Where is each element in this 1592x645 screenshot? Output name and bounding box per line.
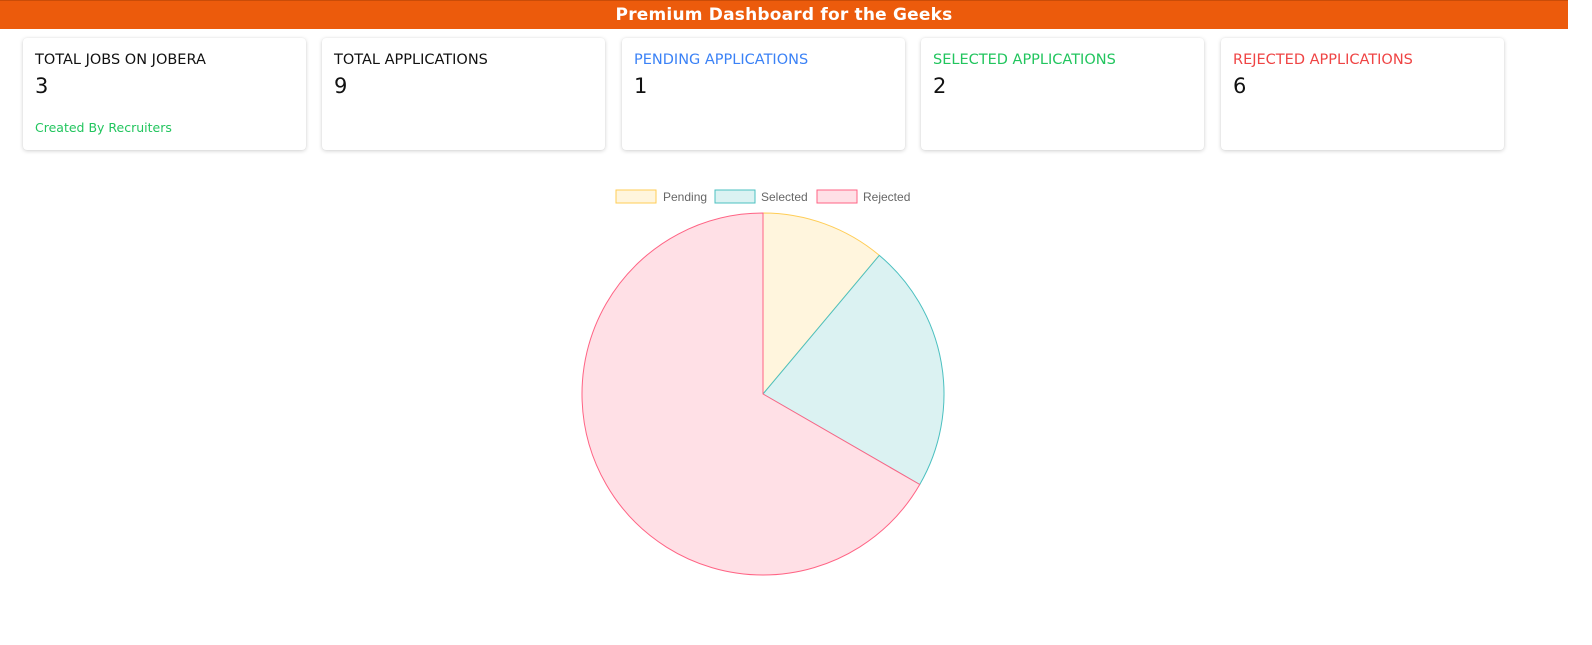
pie-slices bbox=[581, 212, 945, 576]
card-value: 9 bbox=[334, 74, 348, 98]
card-selected-applications: SELECTED APPLICATIONS 2 bbox=[921, 38, 1204, 150]
card-title: REJECTED APPLICATIONS bbox=[1233, 52, 1413, 68]
page-header: Premium Dashboard for the Geeks bbox=[0, 0, 1568, 29]
legend-swatch-selected[interactable] bbox=[714, 189, 756, 204]
card-value: 6 bbox=[1233, 74, 1247, 98]
card-pending-applications: PENDING APPLICATIONS 1 bbox=[622, 38, 905, 150]
card-title: TOTAL JOBS ON JOBERA bbox=[35, 52, 206, 68]
card-total-applications: TOTAL APPLICATIONS 9 bbox=[322, 38, 605, 150]
page-title: Premium Dashboard for the Geeks bbox=[615, 5, 953, 25]
card-value: 2 bbox=[933, 74, 947, 98]
applications-pie-chart: Pending Selected Rejected bbox=[560, 180, 964, 585]
card-value: 1 bbox=[634, 74, 648, 98]
legend-label-rejected[interactable]: Rejected bbox=[863, 190, 910, 204]
card-note: Created By Recruiters bbox=[35, 120, 172, 135]
legend-swatch-pending[interactable] bbox=[615, 189, 657, 204]
card-total-jobs: TOTAL JOBS ON JOBERA 3 Created By Recrui… bbox=[23, 38, 306, 150]
card-title: SELECTED APPLICATIONS bbox=[933, 52, 1116, 68]
legend-label-selected[interactable]: Selected bbox=[761, 190, 808, 204]
chart-legend: Pending Selected Rejected bbox=[615, 189, 910, 204]
card-value: 3 bbox=[35, 74, 49, 98]
legend-label-pending[interactable]: Pending bbox=[663, 190, 707, 204]
card-title: TOTAL APPLICATIONS bbox=[334, 52, 488, 68]
legend-swatch-rejected[interactable] bbox=[816, 189, 858, 204]
card-rejected-applications: REJECTED APPLICATIONS 6 bbox=[1221, 38, 1504, 150]
card-title: PENDING APPLICATIONS bbox=[634, 52, 809, 68]
pie-chart-svg: Pending Selected Rejected bbox=[581, 189, 945, 576]
